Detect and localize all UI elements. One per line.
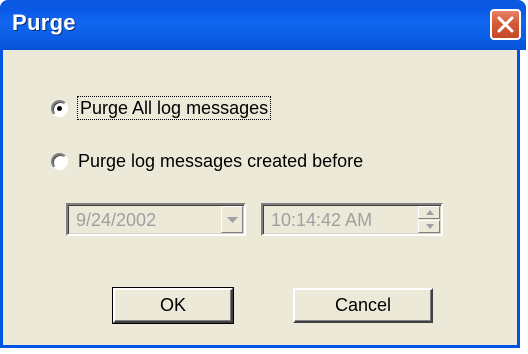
time-spin-down-button (418, 220, 440, 233)
cancel-button[interactable]: Cancel (293, 288, 433, 323)
date-dropdown-button (221, 206, 243, 233)
date-picker: 9/24/2002 (66, 203, 246, 236)
purge-before-option[interactable]: Purge log messages created before (51, 149, 363, 173)
time-spin-up-button (418, 206, 440, 219)
purge-dialog: Purge Purge All log messages Purge log m… (0, 0, 526, 348)
time-value: 10:14:42 AM (271, 210, 373, 230)
purge-before-label[interactable]: Purge log messages created before (78, 151, 363, 172)
purge-all-radio[interactable] (51, 99, 68, 117)
window-title: Purge (12, 10, 76, 35)
focus-indicator: Purge All log messages (76, 95, 272, 120)
time-picker: 10:14:42 AM (261, 203, 443, 236)
purge-before-radio[interactable] (51, 152, 68, 170)
purge-all-label[interactable]: Purge All log messages (76, 95, 272, 120)
radio-selected-dot (57, 105, 62, 111)
close-button[interactable] (490, 9, 521, 40)
title-bar[interactable]: Purge (0, 0, 526, 50)
ok-button[interactable]: OK (112, 287, 234, 324)
purge-all-option[interactable]: Purge All log messages (51, 95, 272, 120)
date-value: 9/24/2002 (76, 210, 157, 230)
